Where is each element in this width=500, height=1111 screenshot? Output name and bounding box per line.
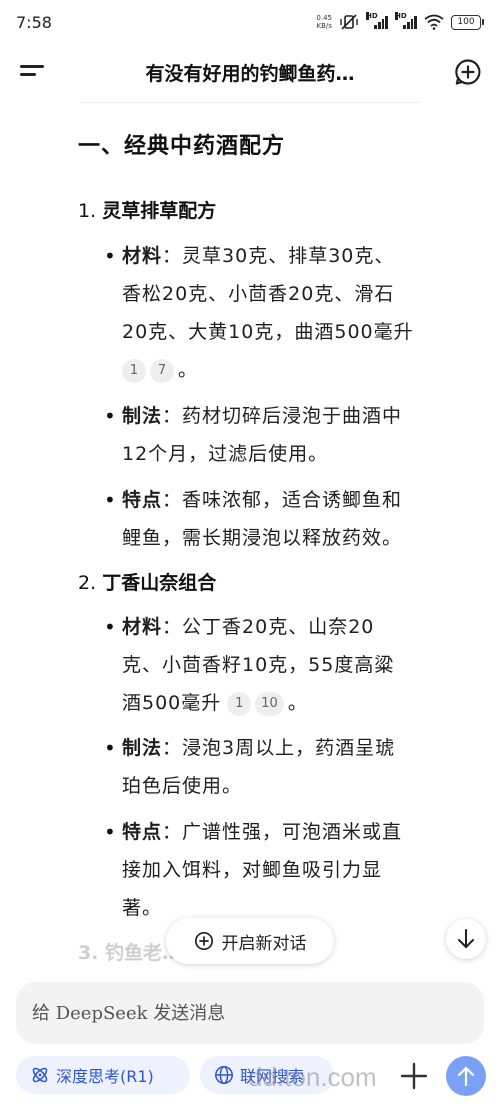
list-item-heading: 2. 丁香山奈组合 bbox=[78, 568, 216, 595]
message-input[interactable] bbox=[32, 996, 462, 1030]
list-item: 特点：广谱性强，可泡酒米或直 接加入饵料，对鲫鱼吸引力显 著。 bbox=[122, 813, 484, 927]
list-heading-text: 丁香山奈组合 bbox=[102, 572, 217, 594]
watermark: dd.ton.com bbox=[248, 1062, 377, 1092]
arrow-up-icon bbox=[457, 1066, 475, 1087]
bullet-line: 20克、大黄10克，曲酒500毫升 bbox=[122, 321, 414, 343]
vibrate-off-icon bbox=[340, 14, 358, 30]
network-speed-value: 0.45 bbox=[316, 14, 332, 22]
bullet-dot: • bbox=[104, 404, 116, 428]
send-button[interactable] bbox=[446, 1056, 486, 1096]
deep-think-toggle[interactable]: 深度思考(R1) bbox=[16, 1056, 190, 1094]
bullet-line: ：药材切碎后浸泡于曲酒中 bbox=[162, 405, 403, 427]
battery-icon: 100 bbox=[451, 14, 484, 30]
network-speed-unit: KB/s bbox=[316, 22, 332, 30]
bullet-tail: 。 bbox=[178, 359, 199, 381]
bullet-label: 制法 bbox=[122, 737, 163, 759]
atom-icon bbox=[32, 1067, 48, 1083]
bullet-dot: • bbox=[104, 488, 116, 512]
bullet-label: 特点 bbox=[122, 821, 163, 843]
plus-icon[interactable] bbox=[398, 1060, 430, 1092]
signal-2-icon: HD bbox=[395, 12, 417, 29]
bullet-dot: • bbox=[104, 736, 116, 760]
menu-button[interactable] bbox=[18, 60, 46, 84]
status-bar: 7:58 0.45 KB/s HD HD 100 bbox=[0, 0, 500, 44]
list-item: 制法：药材切碎后浸泡于曲酒中 12个月，过滤后使用。 bbox=[122, 397, 484, 473]
bullet-line: ：浸泡3周以上，药酒呈琥 bbox=[162, 737, 396, 759]
bullet-dot: • bbox=[104, 820, 116, 844]
bullet-dot: • bbox=[104, 615, 116, 639]
section-title: 一、经典中药酒配方 bbox=[78, 134, 286, 159]
bullet-line: 珀色后使用。 bbox=[122, 775, 243, 797]
bullet-label: 材料 bbox=[122, 245, 163, 267]
bullet-line: ：灵草30克、排草30克、 bbox=[162, 245, 395, 267]
bullet-line: ：香味浓郁，适合诱鲫鱼和 bbox=[162, 489, 403, 511]
menu-icon bbox=[20, 65, 44, 68]
list-number: 2. bbox=[78, 572, 97, 594]
new-chat-button[interactable]: 开启新对话 bbox=[166, 918, 334, 964]
status-time: 7:58 bbox=[16, 12, 52, 32]
scroll-down-button[interactable] bbox=[446, 919, 486, 959]
network-speed: 0.45 KB/s bbox=[316, 14, 332, 30]
arrow-down-icon bbox=[458, 929, 474, 948]
citation-badge[interactable]: 1 bbox=[227, 691, 252, 716]
bullet-line: 接加入饵料，对鲫鱼吸引力显 bbox=[122, 859, 383, 881]
list-item-heading: 1. 灵草排草配方 bbox=[78, 196, 216, 223]
citation-badge[interactable]: 1 bbox=[122, 358, 146, 383]
bullet-line: 香松20克、小茴香20克、滑石 bbox=[122, 283, 395, 305]
wifi-icon bbox=[424, 14, 444, 30]
list-item: 材料：灵草30克、排草30克、 香松20克、小茴香20克、滑石 20克、大黄10… bbox=[122, 237, 484, 389]
bullet-line: 酒500毫升 bbox=[122, 692, 222, 714]
bullet-tail: 。 bbox=[287, 692, 308, 714]
bullet-label: 特点 bbox=[122, 489, 163, 511]
deep-think-label: 深度思考(R1) bbox=[56, 1067, 154, 1086]
bullet-line: 12个月，过滤后使用。 bbox=[122, 443, 329, 465]
battery-level: 100 bbox=[451, 14, 481, 30]
bullet-line: 鲤鱼，需长期浸泡以释放药效。 bbox=[122, 527, 403, 549]
list-item: 材料：公丁香20克、山奈20 克、小茴香籽10克，55度高粱 酒500毫升 1 10… bbox=[122, 608, 484, 722]
chat-title[interactable]: 有没有好用的钓鲫鱼药… bbox=[80, 59, 420, 86]
list-number: 1. bbox=[78, 200, 97, 222]
bullet-line: 克、小茴香籽10克，55度高粱 bbox=[122, 654, 395, 676]
header-divider bbox=[80, 102, 420, 103]
bullet-label: 材料 bbox=[122, 616, 163, 638]
hd-label-2: HD bbox=[395, 12, 407, 20]
message-input-container bbox=[16, 982, 484, 1044]
citation-badge[interactable]: 10 bbox=[255, 691, 284, 716]
bullet-line: ：广谱性强，可泡酒米或直 bbox=[162, 821, 403, 843]
globe-icon bbox=[215, 1066, 233, 1084]
signal-1-icon: HD bbox=[366, 12, 388, 29]
status-icons: 0.45 KB/s HD HD 100 bbox=[316, 12, 484, 30]
add-chat-icon bbox=[194, 931, 213, 951]
new-chat-label: 开启新对话 bbox=[221, 933, 307, 954]
bullet-line: 著。 bbox=[122, 897, 163, 919]
bullet-dot: • bbox=[104, 244, 116, 268]
add-chat-icon[interactable] bbox=[454, 58, 482, 86]
hd-label-1: HD bbox=[366, 12, 378, 20]
header: 有没有好用的钓鲫鱼药… bbox=[0, 44, 500, 100]
bullet-label: 制法 bbox=[122, 405, 163, 427]
list-item: 特点：香味浓郁，适合诱鲫鱼和 鲤鱼，需长期浸泡以释放药效。 bbox=[122, 481, 484, 557]
bullet-line: ：公丁香20克、山奈20 bbox=[162, 616, 375, 638]
citation-badge[interactable]: 7 bbox=[150, 358, 174, 383]
list-item: 制法：浸泡3周以上，药酒呈琥 珀色后使用。 bbox=[122, 729, 484, 805]
list-heading-text: 灵草排草配方 bbox=[102, 200, 217, 222]
